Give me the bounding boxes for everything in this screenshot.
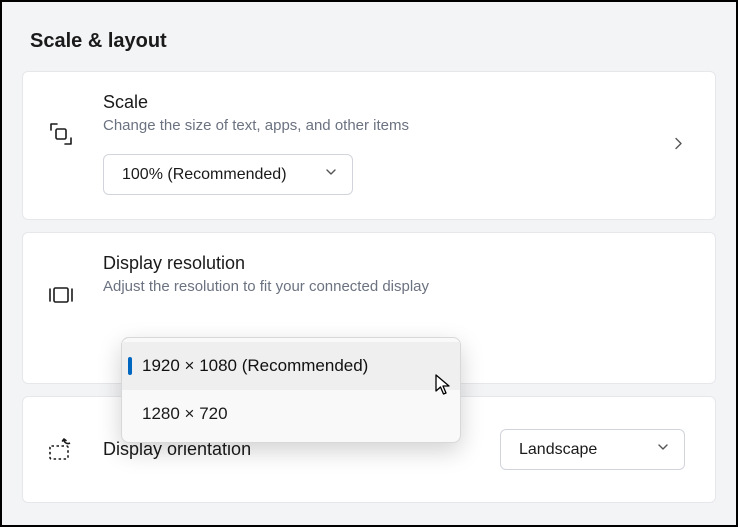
scale-dropdown[interactable]: 100% (Recommended): [103, 154, 353, 195]
scale-title: Scale: [103, 92, 691, 113]
section-header-scale-layout: Scale & layout: [30, 30, 716, 53]
resolution-option-1920x1080[interactable]: 1920 × 1080 (Recommended): [122, 342, 460, 390]
resolution-dropdown-popup: 1920 × 1080 (Recommended) 1280 × 720: [121, 337, 461, 443]
chevron-down-icon: [656, 440, 670, 459]
chevron-right-icon: [671, 136, 685, 155]
orientation-icon: [47, 436, 75, 464]
scale-card[interactable]: Scale Change the size of text, apps, and…: [22, 71, 716, 220]
scale-value: 100% (Recommended): [122, 166, 287, 184]
resolution-title: Display resolution: [103, 253, 691, 274]
orientation-dropdown[interactable]: Landscape: [500, 429, 685, 470]
scale-icon: [47, 120, 75, 148]
resolution-icon: [47, 281, 75, 309]
chevron-down-icon: [324, 165, 338, 184]
resolution-subtitle: Adjust the resolution to fit your connec…: [103, 278, 691, 295]
scale-subtitle: Change the size of text, apps, and other…: [103, 117, 691, 134]
orientation-value: Landscape: [519, 441, 597, 459]
resolution-option-1280x720[interactable]: 1280 × 720: [122, 390, 460, 438]
